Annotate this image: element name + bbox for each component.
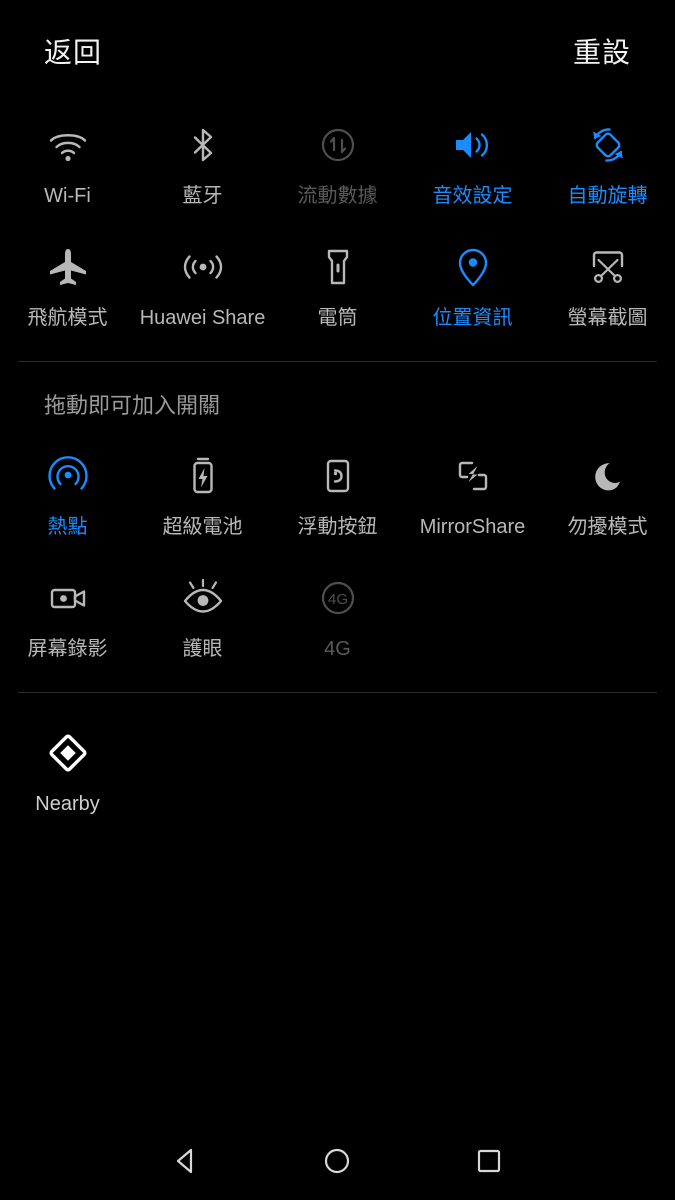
- airplane-icon: [42, 241, 94, 293]
- back-button[interactable]: 返回: [44, 38, 102, 67]
- nearby-diamond-icon: [42, 727, 94, 779]
- active-toggles-grid: Wi-Fi 藍牙 流動數據 音效設定 自動旋轉飛航模式 Huawei Share 電筒 位置資…: [0, 105, 675, 349]
- auto-rotate-icon: [582, 119, 634, 171]
- quick-tile-sound[interactable]: 音效設定: [405, 105, 540, 227]
- wifi-icon: [42, 119, 94, 171]
- mobile-data-icon: [312, 119, 364, 171]
- quick-tile-label: 自動旋轉: [567, 185, 648, 207]
- nav-back-button[interactable]: [156, 1131, 216, 1191]
- hotspot-icon: [42, 450, 94, 502]
- quick-tile-label: 4G: [324, 638, 351, 660]
- android-navigation-bar: [0, 1122, 675, 1200]
- quick-tile-airplane[interactable]: 飛航模式: [0, 227, 135, 349]
- quick-tile-mobile-data[interactable]: 流動數據: [270, 105, 405, 227]
- quick-tile-screenshot[interactable]: 螢幕截圖: [540, 227, 675, 349]
- quick-tile-label: 流動數據: [297, 185, 378, 207]
- super-battery-icon: [177, 450, 229, 502]
- quick-tile-super-battery[interactable]: 超級電池: [135, 436, 270, 558]
- location-pin-icon: [447, 241, 499, 293]
- quick-tile-label: MirrorShare: [419, 516, 526, 538]
- quick-tile-hotspot[interactable]: 熱點: [0, 436, 135, 558]
- flashlight-icon: [312, 241, 364, 293]
- quick-tile-screen-record[interactable]: 屏幕錄影: [0, 558, 135, 680]
- quick-tile-location-pin[interactable]: 位置資訊: [405, 227, 540, 349]
- quick-settings-edit-screen: 返回 重設 Wi-Fi 藍牙 流動數據 音效設定 自動旋轉飛航模式 Huawei Shar…: [0, 0, 675, 1200]
- quick-tile-label: 位置資訊: [432, 307, 513, 329]
- quick-tile-label: Huawei Share: [139, 307, 266, 329]
- screen-record-icon: [42, 572, 94, 624]
- quick-tile-four-g[interactable]: 4G 4G: [270, 558, 405, 680]
- quick-tile-label: 飛航模式: [27, 307, 108, 329]
- quick-tile-label: 護眼: [182, 638, 223, 660]
- home-circle-icon: [325, 1148, 350, 1174]
- quick-tile-flashlight[interactable]: 電筒: [270, 227, 405, 349]
- eye-comfort-icon: [177, 572, 229, 624]
- quick-tile-label: 浮動按鈕: [297, 516, 378, 538]
- available-toggles-grid: 熱點 超級電池 浮動按鈕 MirrorShare 勿擾模式屏幕錄影 護眼 4G 4G: [0, 436, 675, 680]
- recents-square-icon: [478, 1149, 501, 1173]
- nav-recents-button[interactable]: [459, 1131, 519, 1191]
- svg-text:4G: 4G: [327, 591, 347, 608]
- quick-tile-do-not-disturb[interactable]: 勿擾模式: [540, 436, 675, 558]
- quick-tile-label: 屏幕錄影: [27, 638, 108, 660]
- do-not-disturb-icon: [582, 450, 634, 502]
- quick-tile-label: 音效設定: [432, 185, 513, 207]
- huawei-share-icon: [177, 241, 229, 293]
- quick-tile-bluetooth[interactable]: 藍牙: [135, 105, 270, 227]
- quick-tile-label: Wi-Fi: [44, 185, 91, 207]
- back-triangle-icon: [176, 1148, 192, 1174]
- screenshot-icon: [582, 241, 634, 293]
- bluetooth-icon: [177, 119, 229, 171]
- quick-tile-huawei-share[interactable]: Huawei Share: [135, 227, 270, 349]
- quick-tile-mirror-share[interactable]: MirrorShare: [405, 436, 540, 558]
- quick-tile-label: 超級電池: [162, 516, 243, 538]
- quick-tile-eye-comfort[interactable]: 護眼: [135, 558, 270, 680]
- divider-spacer: [0, 693, 675, 713]
- quick-tile-floating-button[interactable]: 浮動按鈕: [270, 436, 405, 558]
- sound-icon: [447, 119, 499, 171]
- quick-tile-label: 螢幕截圖: [567, 307, 648, 329]
- nearby-toggles-grid: Nearby: [0, 713, 675, 835]
- quick-tile-label: 勿擾模式: [567, 516, 648, 538]
- quick-tile-label: 藍牙: [182, 185, 223, 207]
- mirror-share-icon: [447, 450, 499, 502]
- quick-tile-label: Nearby: [35, 793, 100, 815]
- quick-tile-label: 熱點: [47, 516, 88, 538]
- quick-tile-nearby-diamond[interactable]: Nearby: [0, 713, 135, 835]
- floating-button-icon: [312, 450, 364, 502]
- nav-home-button[interactable]: [307, 1131, 367, 1191]
- quick-tile-auto-rotate[interactable]: 自動旋轉: [540, 105, 675, 227]
- header-bar: 返回 重設: [0, 0, 675, 105]
- four-g-icon: 4G: [312, 572, 364, 624]
- quick-tile-wifi[interactable]: Wi-Fi: [0, 105, 135, 227]
- drag-hint-text: 拖動即可加入開關: [44, 393, 221, 418]
- reset-button[interactable]: 重設: [573, 38, 631, 67]
- quick-tile-label: 電筒: [317, 307, 358, 329]
